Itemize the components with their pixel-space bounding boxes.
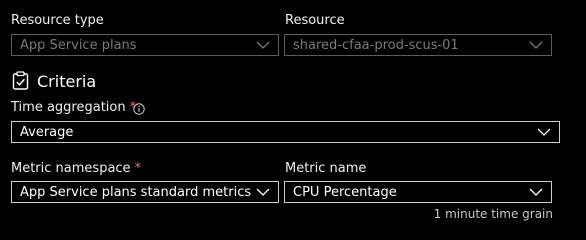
resource-type-dropdown: App Service plans xyxy=(11,34,279,56)
resource-type-label: Resource type xyxy=(11,13,104,28)
time-aggregation-value: Average xyxy=(20,124,74,140)
resource-value: shared-cfaa-prod-scus-01 xyxy=(293,37,459,53)
resource-type-value: App Service plans xyxy=(20,37,137,53)
chevron-down-icon xyxy=(256,188,270,196)
time-aggregation-label: Time aggregation * xyxy=(11,100,136,116)
resource-dropdown: shared-cfaa-prod-scus-01 xyxy=(284,34,552,56)
metric-name-label: Metric name xyxy=(285,161,367,176)
time-aggregation-label-text: Time aggregation xyxy=(11,100,126,115)
metric-namespace-value: App Service plans standard metrics xyxy=(20,184,252,200)
metric-namespace-label-text: Metric namespace xyxy=(11,161,131,176)
chevron-down-icon xyxy=(529,41,543,49)
required-asterisk: * xyxy=(134,161,142,176)
chevron-down-icon xyxy=(537,128,551,136)
metric-namespace-dropdown[interactable]: App Service plans standard metrics xyxy=(11,181,279,203)
metric-name-value: CPU Percentage xyxy=(293,184,397,200)
resource-label: Resource xyxy=(285,13,345,28)
clipboard-check-icon xyxy=(12,71,29,90)
metric-namespace-label: Metric namespace * xyxy=(11,161,141,177)
chevron-down-icon xyxy=(256,41,270,49)
metric-name-dropdown[interactable]: CPU Percentage xyxy=(284,181,552,203)
time-aggregation-dropdown[interactable]: Average xyxy=(11,121,560,143)
time-grain-hint: 1 minute time grain xyxy=(433,207,553,221)
criteria-heading: Criteria xyxy=(37,72,97,91)
chevron-down-icon xyxy=(529,188,543,196)
info-icon[interactable] xyxy=(133,103,145,115)
